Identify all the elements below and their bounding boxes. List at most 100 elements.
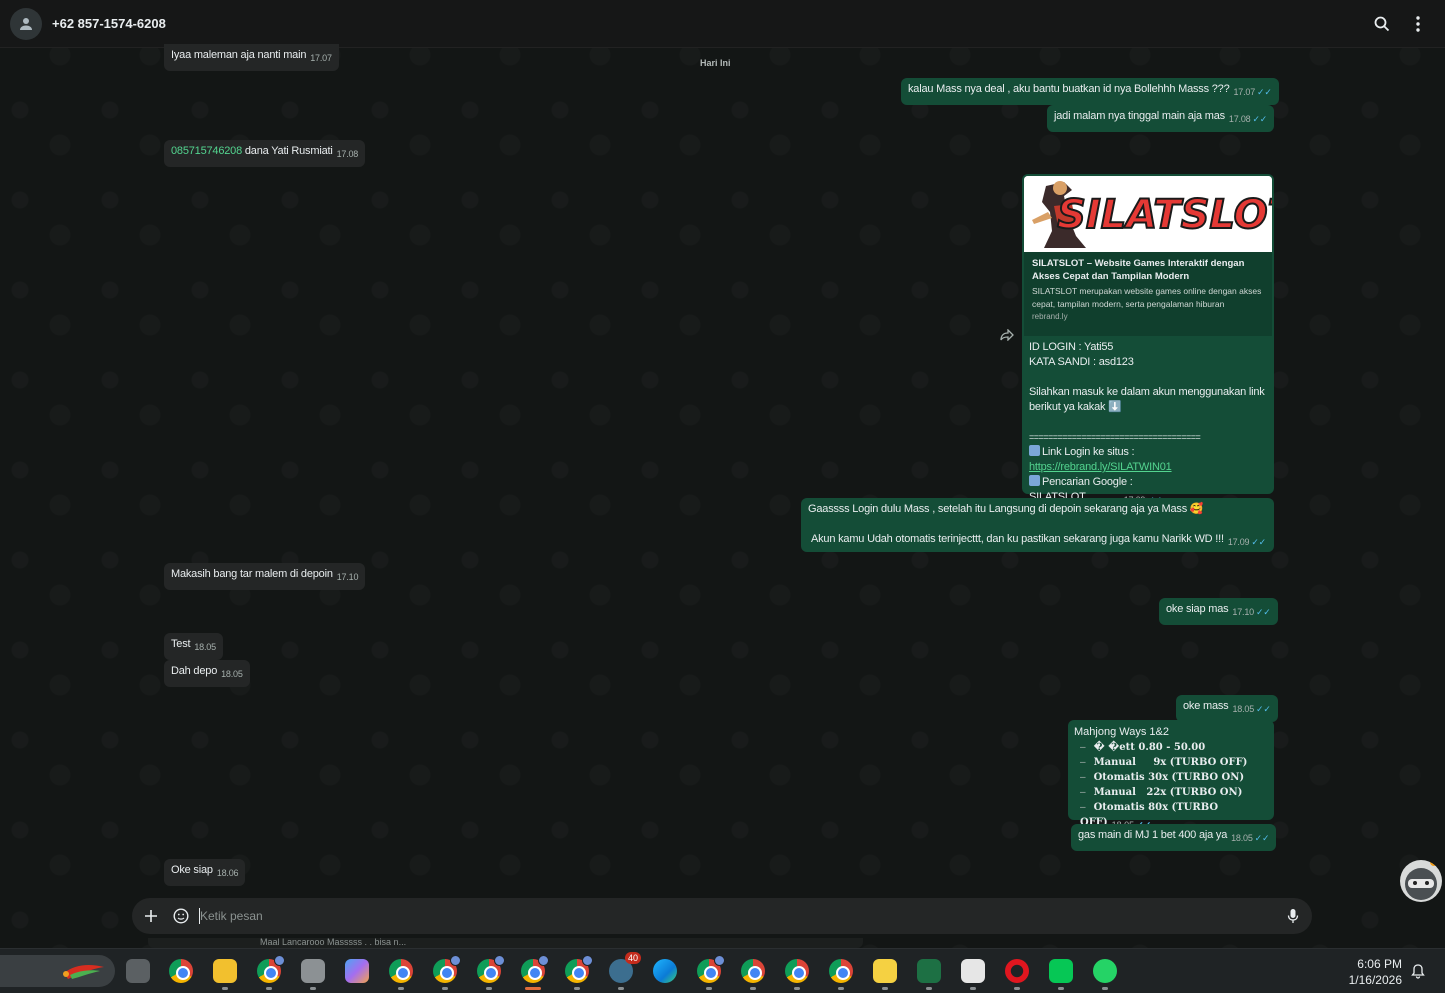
chrome-profile-icon[interactable] xyxy=(433,955,461,990)
sticker-icon[interactable] xyxy=(172,907,190,925)
chrome-icon[interactable] xyxy=(169,959,193,983)
separator: ==================================== xyxy=(1029,432,1201,442)
sticky-notes-icon[interactable] xyxy=(873,959,897,990)
taskbar-search[interactable] xyxy=(0,955,115,987)
opera-icon[interactable] xyxy=(1005,959,1029,990)
message-text: Makasih bang tar malem di depoin xyxy=(171,568,333,580)
preview-domain: rebrand.ly xyxy=(1032,312,1068,321)
menu-icon[interactable] xyxy=(1408,14,1428,34)
message-out[interactable]: Gaassss Login dulu Mass , setelah itu La… xyxy=(801,498,1274,552)
play-icon xyxy=(1029,445,1040,456)
link-message-out[interactable]: SILATSLOT SILATSLOT – Website Games Inte… xyxy=(1022,174,1274,505)
read-ticks-icon: ✓✓ xyxy=(1255,607,1271,617)
message-text: Oke siap xyxy=(171,864,213,876)
contact-avatar[interactable] xyxy=(10,8,42,40)
read-ticks-icon: ✓✓ xyxy=(1257,87,1272,97)
whatsapp-window: +62 857-1574-6208 Iyaa maleman aja nanti… xyxy=(0,0,1445,948)
message-out[interactable]: kalau Mass nya deal , aku bantu buatkan … xyxy=(901,78,1279,105)
mahjong-row: – Manual 22x (TURBO ON) xyxy=(1080,787,1243,798)
message-in[interactable]: Oke siap 18.06 xyxy=(164,859,246,886)
message-text: Akun kamu Udah otomatis terinjecttt, dan… xyxy=(811,533,1224,545)
chrome-icon[interactable] xyxy=(829,959,853,990)
store-icon[interactable] xyxy=(301,959,325,990)
mahjong-row: – Manual 9x (TURBO OFF) xyxy=(1080,757,1248,768)
chili-icon xyxy=(63,965,104,979)
app-with-badge-icon[interactable]: 40 xyxy=(609,952,641,990)
message-body: ID LOGIN : Yati55 KATA SANDI : asd123 Si… xyxy=(1024,336,1272,512)
chrome-icon[interactable] xyxy=(741,959,765,990)
play-icon xyxy=(1029,475,1040,486)
assistant-avatar[interactable] xyxy=(1400,860,1442,902)
contact-name[interactable]: +62 857-1574-6208 xyxy=(52,16,166,31)
clock-time: 6:06 PM xyxy=(1357,957,1402,971)
message-time: 18.06 xyxy=(216,868,239,878)
edge-icon[interactable] xyxy=(653,959,677,983)
message-out[interactable]: jadi malam nya tinggal main aja mas 17.08… xyxy=(1047,105,1275,132)
message-time: 17.08 xyxy=(1228,114,1251,124)
person-icon xyxy=(20,18,32,30)
microphone-icon[interactable] xyxy=(1284,907,1302,925)
link-preview[interactable]: SILATSLOT – Website Games Interaktif den… xyxy=(1024,252,1272,336)
read-ticks-icon: ✓✓ xyxy=(1254,833,1270,843)
system-clock[interactable]: 6:06 PM 1/16/2026 xyxy=(1340,956,1402,988)
chrome-profile-icon[interactable] xyxy=(565,955,593,990)
task-view-icon[interactable] xyxy=(126,959,150,983)
message-out[interactable]: oke mass 18.05 ✓✓ xyxy=(1176,695,1278,722)
notepad-icon[interactable] xyxy=(961,959,985,990)
message-time: 17.07 xyxy=(310,53,332,63)
link-preview-image[interactable]: SILATSLOT xyxy=(1024,176,1272,252)
chrome-profile-icon[interactable] xyxy=(257,955,285,990)
attach-plus-icon[interactable] xyxy=(142,907,160,925)
message-in[interactable]: 085715746208 dana Yati Rusmiati 17.08 xyxy=(164,140,366,167)
message-composer: Ketik pesan xyxy=(132,898,1312,934)
chrome-active-icon[interactable] xyxy=(521,955,549,990)
phone-number-link[interactable]: 085715746208 xyxy=(171,145,242,157)
notification-badge: 40 xyxy=(624,952,641,964)
message-text: oke mass xyxy=(1183,700,1229,712)
mahjong-title: Mahjong Ways 1&2 xyxy=(1074,726,1169,738)
message-in[interactable]: Makasih bang tar malem di depoin 17.10 xyxy=(164,563,366,590)
message-input[interactable]: Ketik pesan xyxy=(200,909,263,923)
message-time: 17.10 xyxy=(1232,607,1254,617)
message-time: 17.08 xyxy=(336,149,359,159)
chrome-icon[interactable] xyxy=(389,959,413,990)
background-window-peek: Maal Lancarooo Masssss . . bisa n... xyxy=(148,938,863,948)
message-text: Iyaa maleman aja nanti main xyxy=(171,49,307,61)
login-link[interactable]: https://rebrand.ly/SILATWIN01 xyxy=(1029,461,1172,473)
id-login: ID LOGIN : Yati55 xyxy=(1029,341,1114,353)
message-in[interactable]: Dah depo 18.05 xyxy=(164,660,250,687)
clock-date: 1/16/2026 xyxy=(1348,973,1402,987)
silatslot-logo: SILATSLOT xyxy=(1024,176,1272,252)
message-text: Gaassss Login dulu Mass , setelah itu La… xyxy=(808,503,1204,515)
search-icon[interactable] xyxy=(1372,14,1392,34)
notification-bell-icon[interactable] xyxy=(1410,963,1428,981)
chrome-profile-icon[interactable] xyxy=(477,955,505,990)
ninja-icon xyxy=(1405,868,1437,900)
chrome-icon[interactable] xyxy=(785,959,809,990)
mahjong-row: – Otomatis 30x (TURBO ON) xyxy=(1080,772,1245,783)
message-text: Test xyxy=(171,638,191,650)
message-time: 18.05 xyxy=(221,669,243,679)
message-text: dana Yati Rusmiati xyxy=(242,145,333,157)
preview-title: SILATSLOT – Website Games Interaktif den… xyxy=(1032,258,1245,282)
chrome-profile-icon[interactable] xyxy=(697,955,725,990)
message-in[interactable]: Test 18.05 xyxy=(164,633,223,660)
message-time: 18.05 xyxy=(1231,833,1253,843)
file-explorer-icon[interactable] xyxy=(213,959,237,990)
copilot-icon[interactable] xyxy=(345,959,369,983)
message-out[interactable]: oke siap mas 17.10 ✓✓ xyxy=(1159,598,1278,625)
message-time: 17.10 xyxy=(336,572,359,582)
forward-icon[interactable] xyxy=(1000,328,1016,342)
message-text: kalau Mass nya deal , aku bantu buatkan … xyxy=(908,83,1230,95)
excel-icon[interactable] xyxy=(917,959,941,990)
message-text: jadi malam nya tinggal main aja mas xyxy=(1054,110,1225,122)
logo-text: SILATSLOT xyxy=(1057,192,1272,238)
message-out-mahjong[interactable]: Mahjong Ways 1&2 – � �ett 0.80 - 50.00 – M… xyxy=(1068,720,1274,831)
message-text: Dah depo xyxy=(171,665,218,677)
message-in[interactable]: Iyaa maleman aja nanti main 17.07 xyxy=(164,44,339,71)
message-out[interactable]: gas main di MJ 1 bet 400 aja ya 18.05 ✓✓ xyxy=(1071,824,1277,851)
line-icon[interactable] xyxy=(1049,959,1073,990)
message-text: gas main di MJ 1 bet 400 aja ya xyxy=(1078,829,1228,841)
chat-header: +62 857-1574-6208 xyxy=(0,0,1445,48)
whatsapp-icon[interactable] xyxy=(1093,959,1117,990)
